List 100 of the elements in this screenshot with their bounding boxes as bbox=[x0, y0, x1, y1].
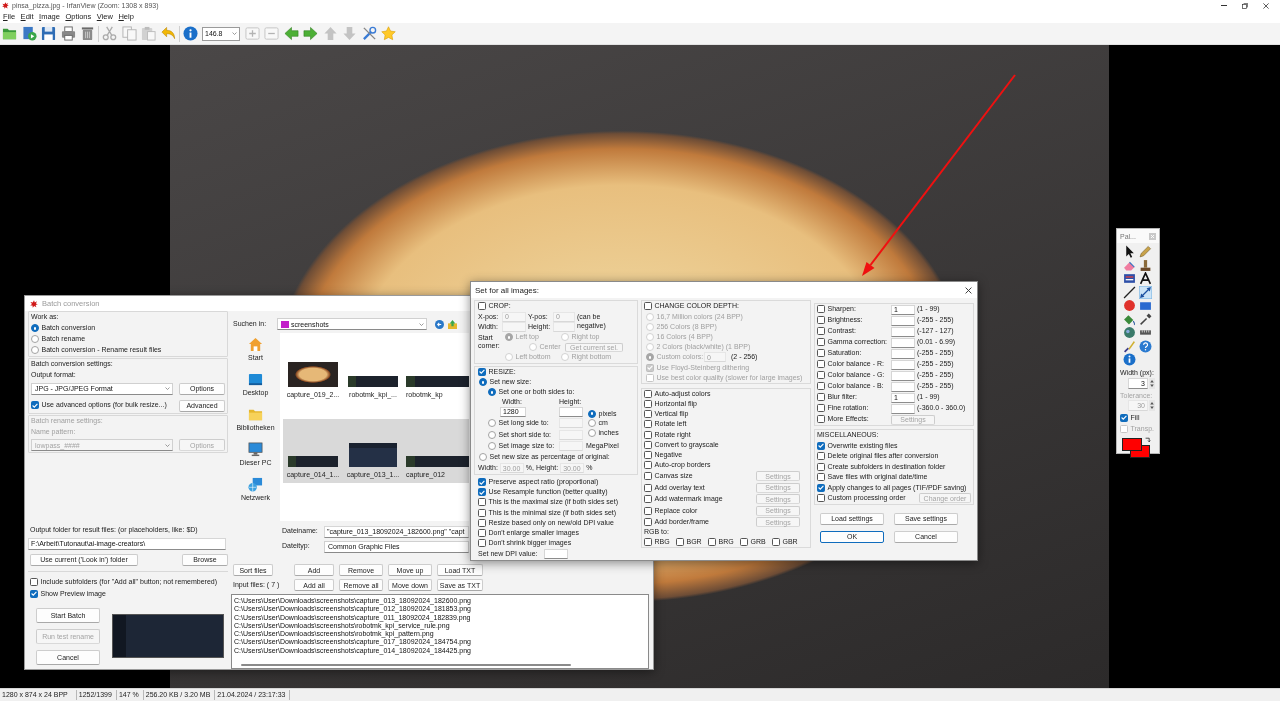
star-icon[interactable] bbox=[381, 26, 396, 41]
checkbox[interactable] bbox=[478, 367, 486, 376]
radio-button[interactable] bbox=[588, 419, 596, 428]
text-box-icon[interactable] bbox=[1123, 272, 1136, 285]
checkbox[interactable] bbox=[817, 327, 825, 336]
height-field[interactable] bbox=[553, 322, 575, 333]
value-field[interactable] bbox=[891, 381, 915, 392]
info-icon[interactable] bbox=[1123, 353, 1136, 366]
close-icon[interactable] bbox=[1263, 2, 1269, 9]
help-icon[interactable] bbox=[1139, 339, 1152, 353]
checkbox[interactable] bbox=[772, 538, 780, 547]
folder-icon[interactable] bbox=[2, 26, 17, 41]
checkbox[interactable] bbox=[1120, 413, 1128, 422]
radio-button[interactable] bbox=[479, 453, 487, 462]
checkbox[interactable] bbox=[644, 538, 652, 547]
tools-icon[interactable] bbox=[361, 26, 377, 41]
eyedropper-icon[interactable] bbox=[1139, 312, 1152, 326]
checkbox[interactable] bbox=[644, 506, 652, 515]
checkbox[interactable] bbox=[644, 472, 652, 481]
back-icon[interactable] bbox=[435, 319, 444, 329]
circle-icon[interactable] bbox=[1123, 299, 1136, 312]
trash-icon[interactable] bbox=[80, 26, 95, 41]
paint-bucket-icon[interactable] bbox=[1123, 312, 1136, 326]
checkbox[interactable] bbox=[708, 538, 716, 547]
checkbox[interactable] bbox=[817, 349, 825, 358]
checkbox[interactable] bbox=[478, 478, 486, 487]
checkbox[interactable] bbox=[817, 494, 825, 503]
slideshow-icon[interactable] bbox=[21, 26, 37, 41]
spinner-arrows-icon[interactable] bbox=[1149, 400, 1155, 412]
checkbox[interactable] bbox=[817, 483, 825, 492]
checkbox[interactable] bbox=[817, 441, 825, 450]
checkbox[interactable] bbox=[478, 508, 486, 517]
info-icon[interactable] bbox=[182, 26, 198, 41]
stamp-icon[interactable] bbox=[1139, 258, 1152, 272]
text-tool-icon[interactable] bbox=[1139, 272, 1152, 285]
checkbox[interactable] bbox=[817, 462, 825, 471]
horizontal-scrollbar[interactable] bbox=[241, 664, 571, 666]
printer-icon[interactable] bbox=[60, 26, 76, 41]
checkbox[interactable] bbox=[644, 483, 652, 492]
checkbox[interactable] bbox=[817, 338, 825, 347]
checkbox[interactable] bbox=[676, 538, 684, 547]
checkbox[interactable] bbox=[817, 382, 825, 391]
color-swatch[interactable] bbox=[1122, 438, 1142, 452]
value-field[interactable] bbox=[891, 326, 915, 337]
checkbox[interactable] bbox=[644, 420, 652, 429]
line-icon[interactable] bbox=[1123, 285, 1136, 299]
radio-button[interactable] bbox=[488, 419, 496, 428]
blob-icon[interactable] bbox=[1123, 326, 1136, 339]
checkbox[interactable] bbox=[644, 410, 652, 419]
height-field[interactable] bbox=[559, 406, 583, 417]
checkbox[interactable] bbox=[646, 363, 654, 372]
checkbox[interactable] bbox=[740, 538, 748, 547]
checkbox[interactable] bbox=[644, 495, 652, 504]
radio-button[interactable] bbox=[31, 346, 39, 355]
radio-button[interactable] bbox=[488, 430, 496, 439]
value-field[interactable] bbox=[891, 337, 915, 348]
checkbox[interactable] bbox=[817, 316, 825, 325]
value-field[interactable] bbox=[891, 348, 915, 359]
checkbox[interactable] bbox=[644, 302, 652, 311]
checkbox[interactable] bbox=[817, 404, 825, 413]
checkbox[interactable] bbox=[817, 452, 825, 461]
dpi-field[interactable] bbox=[544, 548, 568, 559]
radio-button[interactable] bbox=[31, 324, 39, 333]
value-field[interactable] bbox=[891, 403, 915, 414]
checkbox[interactable] bbox=[644, 518, 652, 527]
radio-button[interactable] bbox=[646, 353, 654, 362]
checkbox[interactable] bbox=[817, 393, 825, 402]
right-arrow-icon[interactable] bbox=[303, 26, 318, 41]
radio-button[interactable] bbox=[488, 442, 496, 451]
width-field[interactable] bbox=[502, 322, 526, 333]
checkbox[interactable] bbox=[478, 529, 486, 537]
spinner-arrows-icon[interactable] bbox=[1149, 377, 1155, 389]
image-size-field[interactable] bbox=[559, 441, 583, 452]
checkbox[interactable] bbox=[817, 473, 825, 482]
value-field[interactable] bbox=[891, 370, 915, 381]
checkbox[interactable] bbox=[644, 451, 652, 459]
checkbox[interactable] bbox=[30, 578, 38, 586]
restore-icon[interactable] bbox=[1242, 2, 1248, 9]
radio-button[interactable] bbox=[505, 333, 513, 342]
checkbox[interactable] bbox=[644, 389, 652, 398]
rectangle-icon[interactable] bbox=[1139, 299, 1152, 312]
checkbox[interactable] bbox=[644, 430, 652, 439]
up-folder-icon[interactable] bbox=[448, 319, 457, 329]
value-field[interactable] bbox=[891, 359, 915, 370]
radio-button[interactable] bbox=[588, 409, 596, 418]
radio-button[interactable] bbox=[488, 388, 496, 397]
left-arrow-icon[interactable] bbox=[283, 26, 299, 41]
brush-icon[interactable] bbox=[1123, 339, 1136, 353]
checkbox[interactable] bbox=[478, 302, 486, 311]
long-side-field[interactable] bbox=[559, 418, 583, 429]
checkbox[interactable] bbox=[31, 401, 39, 410]
radio-button[interactable] bbox=[31, 335, 39, 344]
checkbox[interactable] bbox=[478, 539, 486, 548]
short-side-field[interactable] bbox=[559, 429, 583, 440]
checkbox[interactable] bbox=[817, 415, 825, 424]
radio-button[interactable] bbox=[479, 378, 487, 387]
radio-button[interactable] bbox=[588, 428, 596, 437]
checkbox[interactable] bbox=[644, 461, 652, 470]
checkbox[interactable] bbox=[644, 440, 652, 449]
checkbox[interactable] bbox=[478, 488, 486, 497]
